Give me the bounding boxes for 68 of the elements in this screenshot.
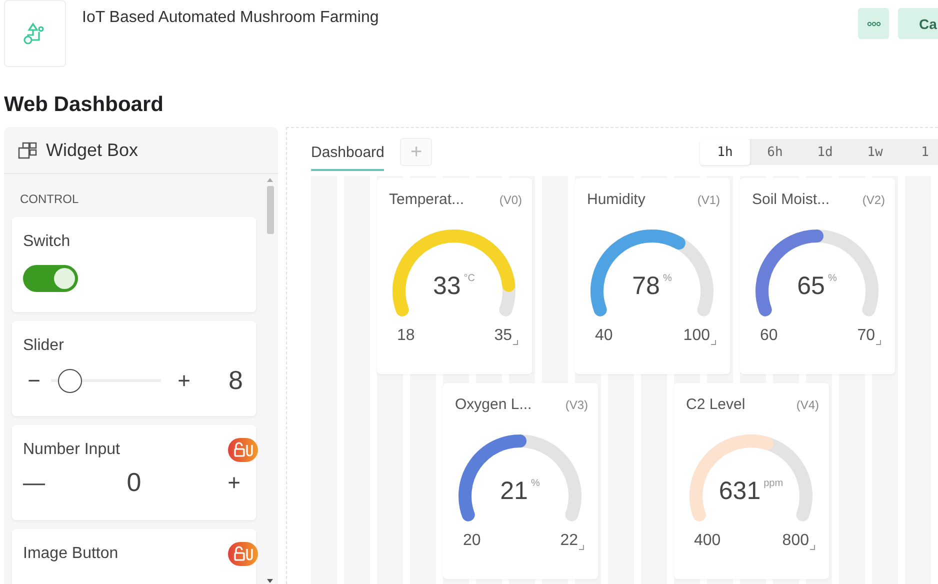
time-range-option[interactable]: 1d — [800, 139, 850, 165]
gauge-min: 60 — [760, 327, 778, 345]
widget-label: Number Input — [23, 441, 120, 459]
gauge-value: 78 — [632, 273, 660, 299]
gauge-title: C2 Level — [686, 396, 746, 413]
resize-handle-icon[interactable] — [579, 545, 584, 550]
project-title: IoT Based Automated Mushroom Farming — [82, 9, 379, 27]
gauge-unit: °C — [464, 273, 476, 284]
decrease-button[interactable]: − — [23, 368, 45, 394]
widget-card[interactable]: Image Button — [12, 529, 256, 584]
widget-label: Image Button — [23, 545, 118, 563]
gauge-unit: ppm — [764, 478, 784, 489]
decrease-button[interactable]: — — [23, 470, 45, 496]
pin-label: (V0) — [499, 193, 522, 207]
time-range-option[interactable]: 1h — [700, 139, 750, 165]
increase-button[interactable]: + — [173, 368, 195, 394]
widget-card[interactable]: Switch — [12, 217, 256, 312]
gauge-title: Oxygen L... — [455, 396, 532, 413]
gauge-max: 800 — [782, 532, 809, 550]
pin-label: (V1) — [697, 193, 720, 207]
gauge-value: 65 — [797, 273, 825, 299]
gauge-title: Soil Moist... — [752, 191, 830, 208]
gauge-title: Humidity — [587, 191, 646, 208]
gauge-card[interactable]: Oxygen L... (V3) 21% 20 22 — [443, 383, 598, 579]
slider-value: 8 — [228, 365, 243, 396]
gauge-unit: % — [530, 478, 540, 489]
section-label: CONTROL — [19, 191, 80, 208]
gauge-max: 35 — [494, 327, 512, 345]
more-icon — [866, 20, 880, 26]
page-title: Web Dashboard — [4, 92, 164, 118]
dashboard-tab[interactable]: Dashboard — [311, 140, 384, 170]
gauge-value: 33 — [432, 273, 461, 299]
gauge-unit: % — [828, 273, 837, 284]
resize-handle-icon[interactable] — [876, 340, 881, 345]
widget-card[interactable]: Number Input — 0 + — [12, 425, 256, 520]
resize-handle-icon[interactable] — [711, 340, 716, 345]
toggle-switch[interactable] — [23, 265, 78, 292]
pin-label: (V3) — [565, 398, 588, 412]
gauge-max: 100 — [683, 327, 710, 345]
gauge-min: 400 — [694, 532, 721, 550]
resize-handle-icon[interactable] — [810, 545, 815, 550]
gauge-card[interactable]: Humidity (V1) 78% 40 100 — [575, 178, 730, 374]
gauge-min: 18 — [397, 327, 415, 345]
resize-handle-icon[interactable] — [513, 340, 518, 345]
gauge-value: 21 — [500, 478, 528, 504]
increase-button[interactable]: + — [223, 470, 245, 496]
gauge-min: 40 — [595, 327, 613, 345]
slider-thumb[interactable] — [58, 368, 82, 392]
gauge-max: 70 — [857, 327, 875, 345]
pin-label: (V2) — [862, 193, 885, 207]
widgets-icon — [18, 141, 38, 159]
gauge-title: Temperat... — [389, 191, 464, 208]
more-button[interactable] — [858, 8, 889, 39]
time-range-option[interactable]: 6h — [750, 139, 800, 165]
time-range-option[interactable]: 1w — [850, 139, 900, 165]
widget-label: Slider — [23, 337, 64, 355]
gauge-unit: % — [662, 273, 672, 284]
gauge-value: 631 — [718, 478, 761, 504]
panel-title: Widget Box — [46, 140, 138, 160]
pin-label: (V4) — [796, 398, 819, 412]
widget-label: Switch — [23, 233, 70, 251]
gauge-card[interactable]: Soil Moist... (V2) 65% 60 70 — [740, 178, 895, 374]
gauge-min: 20 — [463, 532, 481, 550]
header-button[interactable]: Ca — [898, 8, 938, 39]
widget-card[interactable]: Slider − + 8 — [12, 321, 256, 416]
gauge-max: 22 — [560, 532, 578, 550]
time-range-option[interactable]: 1 — [900, 139, 938, 165]
number-value: 0 — [126, 467, 142, 498]
